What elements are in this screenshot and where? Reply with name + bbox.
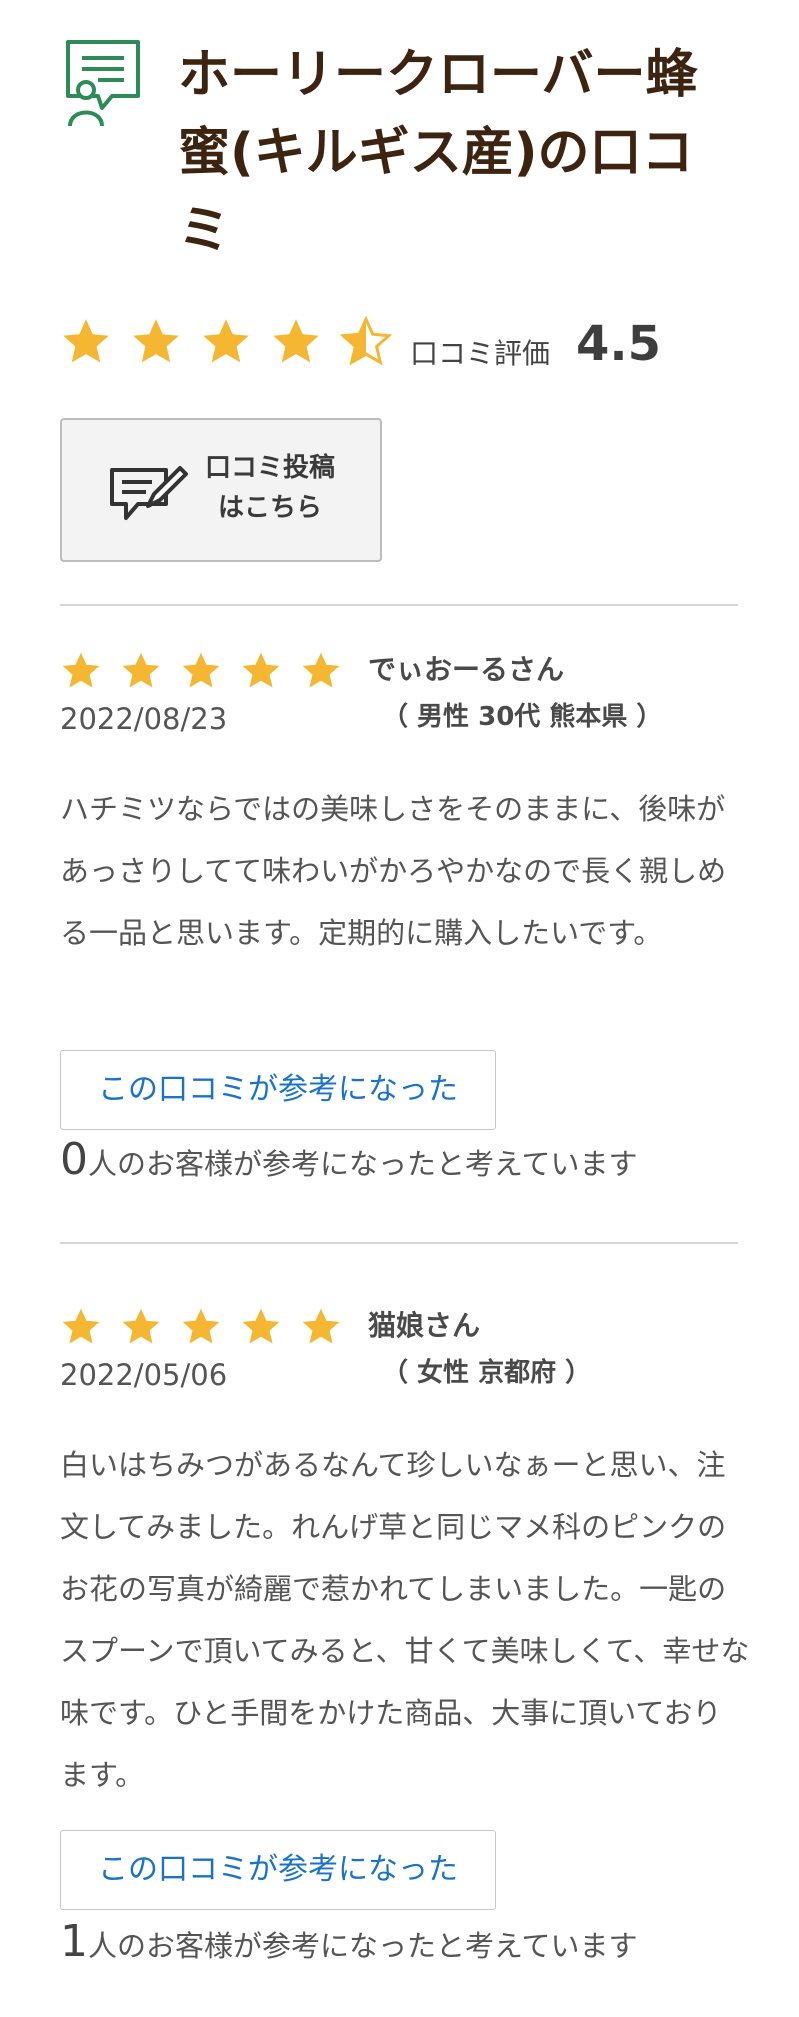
star-icon xyxy=(133,319,179,363)
review-page: ホーリークローバー蜂蜜(キルギス産)の口コミ 口コミ評価 4.5 口コミ投稿 は… xyxy=(0,0,799,2017)
star-icon xyxy=(182,652,220,688)
review-date: 2022/05/06 xyxy=(60,1358,228,1392)
rating-value: 4.5 xyxy=(576,316,662,372)
rating-summary: 口コミ評価 4.5 xyxy=(60,316,750,386)
review-body: ハチミツならではの美味しさをそのままに、後味があっさりしてて味わいがかろやかなの… xyxy=(60,792,727,950)
star-icon xyxy=(273,319,319,363)
review-chat-person-icon xyxy=(66,40,140,127)
review-stars xyxy=(60,1306,360,1348)
review-body: 白いはちみつがあるなんて珍しいなぁーと思い、注文してみました。れんげ草と同じマメ… xyxy=(60,1448,750,1792)
review-date: 2022/08/23 xyxy=(60,702,228,736)
star-icon xyxy=(62,652,100,688)
helpful-count: 1人のお客様が参考になったと考えています xyxy=(60,1916,638,1967)
star-icon xyxy=(122,652,160,688)
star-icon xyxy=(302,652,340,688)
helpful-button[interactable]: この口コミが参考になった xyxy=(60,1050,496,1130)
star-icon xyxy=(242,1308,280,1344)
star-icon xyxy=(242,652,280,688)
rating-label: 口コミ評価 xyxy=(410,337,551,370)
edit-chat-icon xyxy=(110,466,188,520)
star-icon xyxy=(122,1308,160,1344)
star-icon xyxy=(62,1308,100,1344)
star-icon xyxy=(182,1308,220,1344)
reviewer-name: でぃおーるさん xyxy=(368,653,565,686)
reviewer-name: 猫娘さん xyxy=(368,1309,481,1342)
reviewer-meta: （ 女性 京都府 ） xyxy=(382,1358,592,1388)
divider xyxy=(60,1242,738,1244)
helpful-text: 人のお客様が参考になったと考えています xyxy=(88,1929,638,1963)
half-star-icon xyxy=(340,316,392,366)
divider xyxy=(60,604,738,606)
review-stars xyxy=(60,650,360,692)
helpful-number: 0 xyxy=(60,1134,88,1185)
reviewer-meta: （ 男性 30代 熊本県 ） xyxy=(382,702,663,732)
post-review-button[interactable]: 口コミ投稿 はこちら xyxy=(60,418,382,562)
page-title: ホーリークローバー蜂蜜(キルギス産)の口コミ xyxy=(178,45,698,261)
review-item: でぃおーるさん （ 男性 30代 熊本県 ） 2022/08/23 ハチミツなら… xyxy=(60,650,750,1185)
star-icon xyxy=(63,319,109,363)
helpful-number: 1 xyxy=(60,1916,88,1967)
helpful-count: 0人のお客様が参考になったと考えています xyxy=(60,1134,638,1185)
star-icon xyxy=(302,1308,340,1344)
helpful-button[interactable]: この口コミが参考になった xyxy=(60,1830,496,1910)
review-item: 猫娘さん （ 女性 京都府 ） 2022/05/06 白いはちみつがあるなんて珍… xyxy=(60,1306,750,1986)
helpful-text: 人のお客様が参考になったと考えています xyxy=(88,1147,638,1181)
star-icon xyxy=(203,319,249,363)
post-review-label: 口コミ投稿 はこちら xyxy=(204,453,335,523)
